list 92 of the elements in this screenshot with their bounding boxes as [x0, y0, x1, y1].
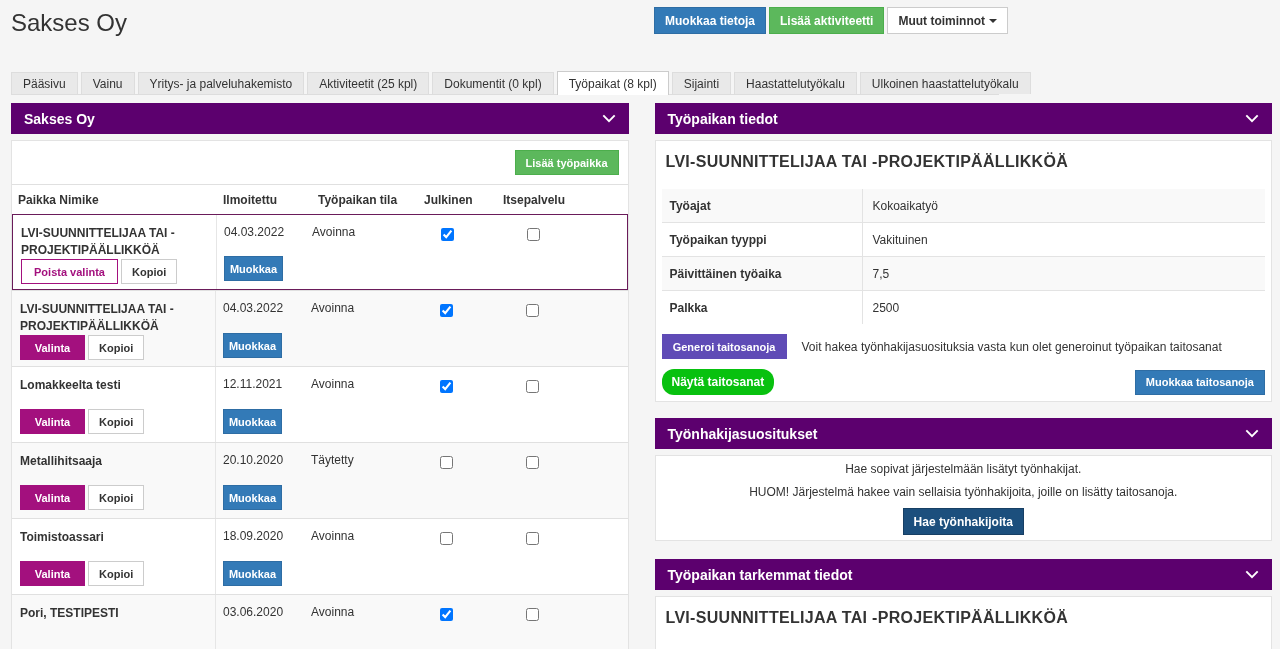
table-row[interactable]: Metallihitsaaja Valinta Kopioi 20.10.2020 Muokkaa Täytetty [12, 442, 628, 518]
job-title: LVI-SUUNNITTELIJAA TAI -PROJEKTIPÄÄLLIKKÖÄ [21, 225, 176, 259]
edit-button[interactable]: Muokkaa [224, 256, 283, 281]
edit-button[interactable]: Muokkaa [223, 409, 282, 434]
checkbox[interactable] [441, 228, 454, 241]
checkbox[interactable] [526, 532, 539, 545]
info-text: Hae sopivat järjestelmään lisätyt työnhakijat. [844, 462, 1083, 476]
field-label: Palkka [661, 291, 863, 324]
select-button[interactable]: Valinta [20, 335, 85, 360]
status-text: Täytetty [310, 452, 355, 469]
tab[interactable]: Aktiviteetit (25 kpl) [307, 72, 430, 94]
tab[interactable]: Sijainti [671, 72, 732, 94]
edit-button[interactable]: Muokkaa [223, 485, 282, 510]
field-label: Työajat [661, 189, 863, 222]
field-label: Päivittäinen työaika [661, 257, 863, 290]
column-header: Itsepalvelu [503, 192, 567, 207]
company-title: Sakses Oy [11, 9, 129, 38]
field-value: 2500 [871, 300, 900, 315]
caret-icon [989, 19, 998, 24]
tab[interactable]: Dokumentit (0 kpl) [432, 72, 554, 94]
job-title: LVI-SUUNNITTELIJAA TAI -PROJEKTIPÄÄLLIKKÖÄ [20, 301, 175, 335]
table-row[interactable]: LVI-SUUNNITTELIJAA TAI -PROJEKTIPÄÄLLIKKÖÄ Valinta Kopioi 04.03.2022 Muokkaa Avoinna [12, 290, 628, 366]
checkbox[interactable] [440, 380, 453, 393]
date-text: 12.11.2021 [223, 377, 284, 391]
date-text: 18.09.2020 [223, 529, 285, 543]
chevron-down-icon[interactable] [1245, 429, 1259, 438]
job-title: Lomakkeelta testi [20, 377, 122, 394]
tab[interactable]: Työpaikat (8 kpl) [556, 71, 669, 95]
copy-button[interactable]: Kopioi [88, 485, 145, 510]
copy-button[interactable]: Kopioi [88, 335, 145, 360]
table-row[interactable]: LVI-SUUNNITTELIJAA TAI -PROJEKTIPÄÄLLIKKÖÄ Poista valinta Kopioi 04.03.2022 Muokkaa Avoinna [12, 214, 628, 290]
status-text: Avoinna [310, 300, 356, 317]
search-candidates-button[interactable]: Hae työnhakijoita [902, 508, 1024, 535]
panel-title: Työnhakijasuositukset [667, 425, 818, 442]
edit-button[interactable]: Muokkaa [223, 333, 282, 358]
status-text: Avoinna [310, 376, 356, 393]
copy-button[interactable]: Kopioi [121, 259, 178, 284]
panel-title: Sakses Oy [24, 110, 95, 127]
job-heading: LVI-SUUNNITTELIJAA TAI -PROJEKTIPÄÄLLIKKÖÄ [665, 609, 1070, 627]
select-button[interactable]: Valinta [20, 409, 85, 434]
field-value: Vakituinen [871, 232, 928, 247]
date-text: 04.03.2022 [223, 301, 285, 315]
checkbox[interactable] [526, 304, 539, 317]
copy-button[interactable]: Kopioi [88, 561, 145, 586]
checkbox[interactable] [526, 608, 539, 621]
checkbox[interactable] [440, 532, 453, 545]
tab[interactable]: Haastattelutyökalu [734, 72, 857, 94]
job-heading: LVI-SUUNNITTELIJAA TAI -PROJEKTIPÄÄLLIKKÖÄ [665, 153, 1070, 171]
checkbox[interactable] [526, 456, 539, 469]
job-title: Toimistoassari [20, 529, 105, 546]
column-header: Paikka Nimike [17, 192, 100, 207]
select-button[interactable]: Valinta [20, 485, 85, 510]
job-title: Metallihitsaaja [20, 453, 104, 470]
tab[interactable]: Yritys- ja palveluhakemisto [137, 72, 305, 94]
checkbox[interactable] [440, 304, 453, 317]
chevron-down-icon[interactable] [1245, 570, 1259, 579]
select-button[interactable]: Valinta [20, 561, 85, 586]
panel-title: Työpaikan tarkemmat tiedot [667, 566, 853, 583]
column-header: Julkinen [423, 192, 474, 207]
status-text: Avoinna [311, 224, 357, 241]
tab[interactable]: Pääsivu [11, 72, 78, 94]
column-header: Työpaikan tila [317, 192, 399, 207]
checkbox[interactable] [527, 228, 540, 241]
generate-note: Voit hakea työnhakijasuosituksia vasta kun olet generoinut työpaikan taitosanat [801, 339, 1222, 354]
chevron-down-icon[interactable] [601, 114, 616, 123]
select-button[interactable]: Poista valinta [21, 259, 118, 284]
chevron-down-icon[interactable] [1245, 114, 1259, 123]
tab[interactable]: Ulkoinen haastattelutyökalu [859, 72, 1031, 94]
date-text: 20.10.2020 [223, 453, 285, 467]
date-text: 04.03.2022 [224, 225, 286, 239]
table-row[interactable]: Toimistoassari Valinta Kopioi 18.09.2020 Muokkaa Avoinna [12, 518, 628, 594]
table-row[interactable]: Pori, TESTIPESTI 03.06.2020 Avoinna [12, 594, 628, 649]
copy-button[interactable]: Kopioi [88, 409, 145, 434]
status-text: Avoinna [310, 604, 356, 621]
field-value: Kokoaikatyö [871, 198, 938, 213]
edit-button[interactable]: Muokkaa [223, 561, 282, 586]
panel-title: Työpaikan tiedot [667, 110, 778, 127]
generate-button[interactable]: Generoi taitosanoja [661, 334, 787, 359]
job-title: Pori, TESTIPESTI [20, 605, 120, 622]
date-text: 03.06.2020 [223, 605, 285, 619]
status-text: Avoinna [310, 528, 356, 545]
tab[interactable]: Vainu [80, 72, 135, 94]
info-text: HUOM! Järjestelmä hakee vain sellaisia työnhakijoita, joille on lisätty taitosanoja. [748, 485, 1179, 499]
field-value: 7,5 [871, 266, 890, 281]
table-row[interactable]: Lomakkeelta testi Valinta Kopioi 12.11.2021 Muokkaa Avoinna [12, 366, 628, 442]
header-button[interactable]: Muut toiminnot [887, 7, 1009, 34]
checkbox[interactable] [440, 456, 453, 469]
column-header: Ilmoitettu [222, 192, 278, 207]
checkbox[interactable] [440, 608, 453, 621]
header-button[interactable]: Muokkaa tietoja [654, 7, 767, 34]
checkbox[interactable] [526, 380, 539, 393]
edit-keywords-button[interactable]: Muokkaa taitosanoja [1134, 369, 1265, 395]
